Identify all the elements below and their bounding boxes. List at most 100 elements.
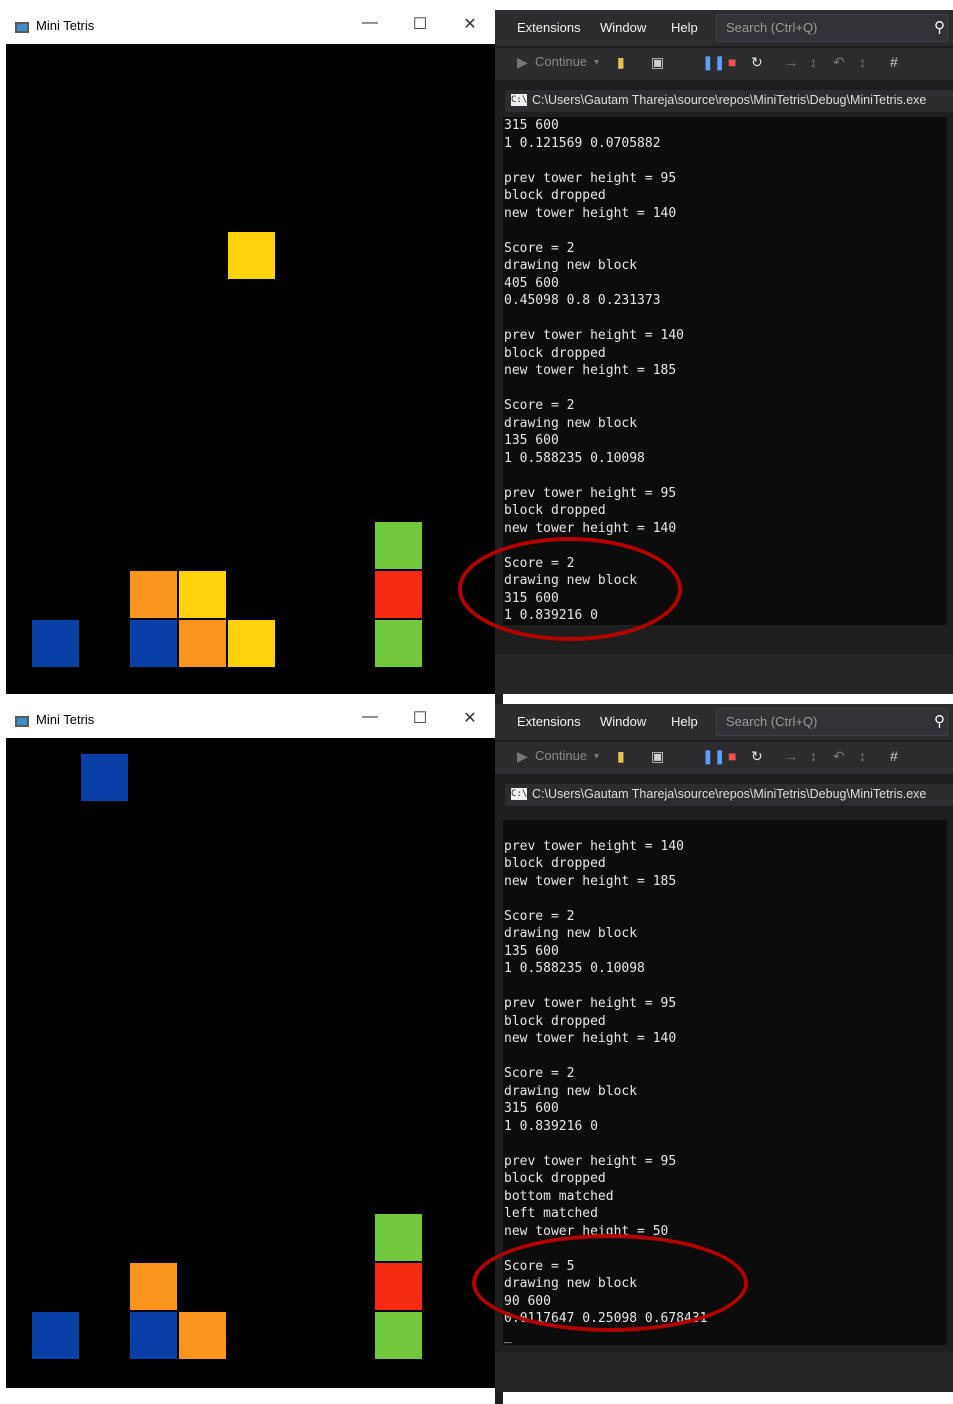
step-arrow-icon[interactable]: → bbox=[784, 54, 798, 70]
folder-icon[interactable]: ▮ bbox=[617, 54, 625, 71]
console-line: block dropped bbox=[504, 188, 606, 203]
debug-toolbar: ▶ Continue ▾ ▮ ▣ ❚❚ ■ ↻ → ↕ ↶ ↕ # bbox=[495, 48, 953, 80]
game-window: Mini Tetris — ☐ ✕ bbox=[6, 694, 495, 1392]
search-box[interactable]: Search (Ctrl+Q) ⚲ bbox=[716, 708, 948, 736]
search-icon[interactable]: ⚲ bbox=[934, 18, 945, 36]
console-line: drawing new block bbox=[504, 1083, 638, 1099]
console-icon: C:\ bbox=[511, 94, 528, 106]
hex-icon[interactable]: # bbox=[890, 748, 898, 764]
step-over-icon[interactable]: ↕ bbox=[810, 54, 817, 70]
screenshot-panel-bottom: Mini Tetris — ☐ ✕ Extensions Window Help… bbox=[0, 694, 953, 1404]
dropdown-icon[interactable]: ▾ bbox=[594, 57, 599, 68]
menu-help[interactable]: Help bbox=[671, 714, 698, 729]
console-line: Score = 2 bbox=[504, 908, 575, 924]
menu-bar: Extensions Window Help Search (Ctrl+Q) ⚲ bbox=[495, 10, 953, 46]
game-canvas[interactable] bbox=[6, 44, 495, 694]
red-circle-annotation bbox=[472, 1234, 748, 1332]
pause-icon[interactable]: ❚❚ bbox=[702, 748, 725, 765]
console-path: C:\Users\Gautam Thareja\source\repos\Min… bbox=[532, 93, 927, 107]
tetris-block bbox=[375, 1214, 422, 1261]
console-line: new tower height = 140 bbox=[504, 520, 677, 536]
window-title: Mini Tetris bbox=[36, 712, 95, 727]
console-line: prev tower height = 95 bbox=[504, 170, 677, 186]
game-canvas[interactable] bbox=[6, 738, 495, 1388]
continue-icon[interactable]: ▶ bbox=[517, 748, 528, 765]
console-tab[interactable]: C:\ C:\Users\Gautam Thareja\source\repos… bbox=[505, 90, 953, 112]
continue-button[interactable]: Continue bbox=[535, 54, 587, 69]
debug-toolbar: ▶ Continue ▾ ▮ ▣ ❚❚ ■ ↻ → ↕ ↶ ↕ # bbox=[495, 742, 953, 774]
tetris-block bbox=[375, 620, 422, 667]
tetris-block bbox=[130, 620, 177, 667]
search-icon[interactable]: ⚲ bbox=[934, 712, 945, 730]
dropdown-icon[interactable]: ▾ bbox=[594, 751, 599, 762]
folder-icon[interactable]: ▮ bbox=[617, 748, 625, 765]
continue-button[interactable]: Continue bbox=[535, 748, 587, 763]
red-circle-annotation bbox=[458, 537, 682, 641]
step-into-icon[interactable]: ↶ bbox=[833, 54, 845, 71]
continue-icon[interactable]: ▶ bbox=[517, 54, 528, 71]
status-bar bbox=[495, 1352, 953, 1392]
console-tab[interactable]: C:\ C:\Users\Gautam Thareja\source\repos… bbox=[505, 784, 953, 806]
menu-window[interactable]: Window bbox=[600, 20, 646, 35]
editor-gutter bbox=[495, 804, 503, 1404]
menu-help[interactable]: Help bbox=[671, 20, 698, 35]
console-line: new tower height = 140 bbox=[504, 1031, 677, 1046]
console-line: block dropped bbox=[504, 1013, 606, 1029]
close-button[interactable]: ✕ bbox=[460, 708, 480, 728]
stop-icon[interactable]: ■ bbox=[728, 54, 736, 70]
tetris-block bbox=[179, 1312, 226, 1359]
restart-icon[interactable]: ↻ bbox=[751, 54, 763, 71]
window-icon[interactable]: ▣ bbox=[651, 748, 664, 765]
tetris-block bbox=[179, 620, 226, 667]
window-icon[interactable]: ▣ bbox=[651, 54, 664, 71]
console-line: 135 600 bbox=[504, 433, 559, 448]
console-line: new tower height = 185 bbox=[504, 363, 677, 378]
console-line: drawing new block bbox=[504, 926, 638, 941]
search-box[interactable]: Search (Ctrl+Q) ⚲ bbox=[716, 14, 948, 42]
console-line: Score = 2 bbox=[504, 240, 575, 256]
maximize-button[interactable]: ☐ bbox=[410, 708, 430, 728]
console-line: block dropped bbox=[504, 1171, 606, 1186]
step-arrow-icon[interactable]: → bbox=[784, 748, 798, 764]
search-placeholder: Search (Ctrl+Q) bbox=[726, 20, 818, 35]
restart-icon[interactable]: ↻ bbox=[751, 748, 763, 765]
pause-icon[interactable]: ❚❚ bbox=[702, 54, 725, 71]
step-into-icon[interactable]: ↶ bbox=[833, 748, 845, 765]
maximize-button[interactable]: ☐ bbox=[410, 14, 430, 34]
game-window: Mini Tetris — ☐ ✕ bbox=[6, 0, 495, 694]
status-bar bbox=[495, 654, 953, 694]
console-line: _ bbox=[504, 1328, 512, 1344]
console-line: prev tower height = 140 bbox=[504, 838, 685, 854]
console-line: left matched bbox=[504, 1206, 598, 1221]
console-line: 1 0.121569 0.0705882 bbox=[504, 135, 661, 151]
menu-extensions[interactable]: Extensions bbox=[517, 714, 581, 729]
console-icon: C:\ bbox=[511, 788, 528, 800]
minimize-button[interactable]: — bbox=[360, 14, 380, 32]
menu-extensions[interactable]: Extensions bbox=[517, 20, 581, 35]
tetris-block bbox=[130, 571, 177, 618]
step-over-icon[interactable]: ↕ bbox=[810, 748, 817, 764]
console-line: Score = 2 bbox=[504, 1066, 575, 1081]
menu-window[interactable]: Window bbox=[600, 714, 646, 729]
tetris-block bbox=[228, 620, 275, 667]
tetris-block bbox=[130, 1263, 177, 1310]
title-bar[interactable]: Mini Tetris — ☐ ✕ bbox=[6, 694, 495, 738]
step-out-icon[interactable]: ↕ bbox=[859, 54, 866, 70]
stop-icon[interactable]: ■ bbox=[728, 748, 736, 764]
title-bar[interactable]: Mini Tetris — ☐ ✕ bbox=[6, 0, 495, 44]
close-button[interactable]: ✕ bbox=[460, 14, 480, 34]
hex-icon[interactable]: # bbox=[890, 54, 898, 70]
falling-block bbox=[81, 754, 128, 801]
tetris-block bbox=[32, 1312, 79, 1359]
console-line: drawing new block bbox=[504, 258, 638, 273]
step-out-icon[interactable]: ↕ bbox=[859, 748, 866, 764]
console-line: block dropped bbox=[504, 345, 606, 361]
minimize-button[interactable]: — bbox=[360, 708, 380, 726]
tetris-block bbox=[375, 1312, 422, 1359]
